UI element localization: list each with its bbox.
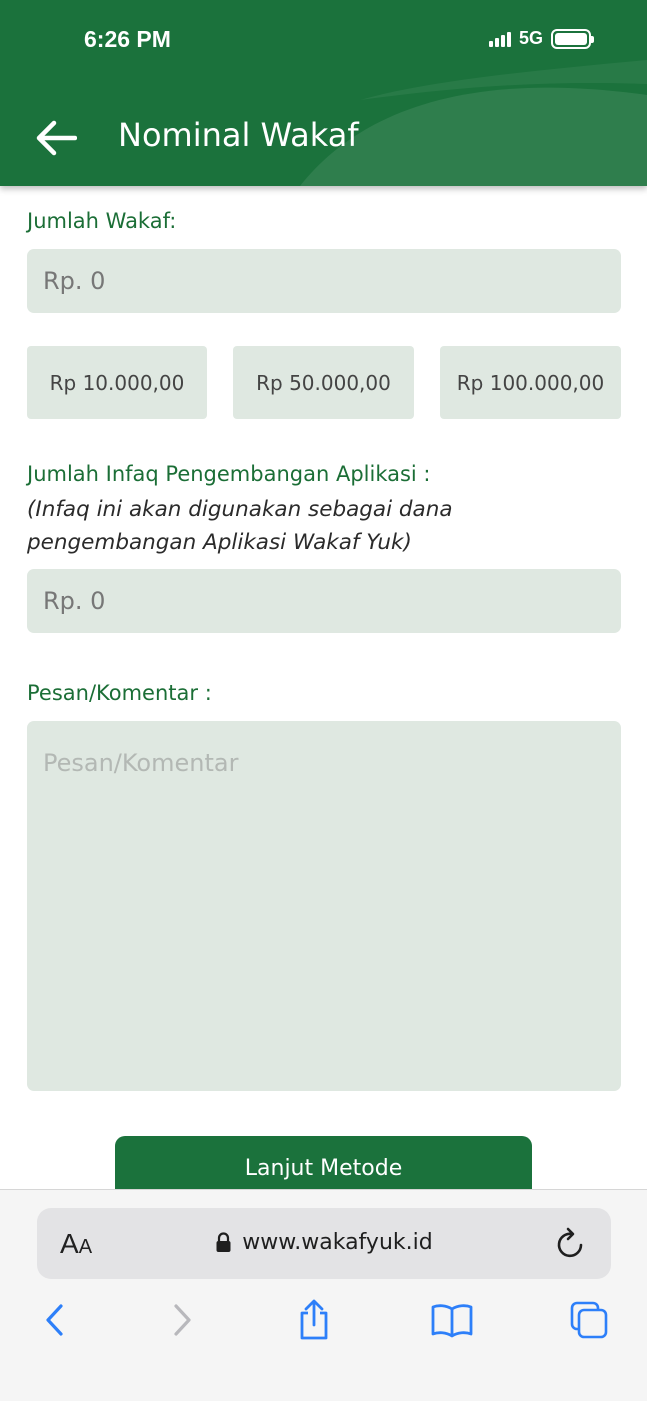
reload-icon[interactable] (553, 1227, 587, 1261)
back-chevron-icon[interactable] (33, 1298, 77, 1342)
back-button[interactable] (30, 112, 82, 164)
status-indicators: 5G (488, 28, 594, 49)
url-display: www.wakafyuk.id (37, 1230, 611, 1255)
quick-amount-10000-button[interactable]: Rp 10.000,00 (27, 346, 207, 419)
wakaf-amount-input[interactable]: Rp. 0 (27, 249, 621, 313)
infaq-note-line1: (Infaq ini akan digunakan sebagai dana (27, 497, 453, 522)
wakaf-label: Jumlah Wakaf: (27, 209, 177, 233)
page-title: Nominal Wakaf (118, 116, 359, 154)
comment-label: Pesan/Komentar : (27, 681, 212, 705)
bookmarks-icon[interactable] (430, 1298, 474, 1342)
arrow-left-icon (36, 120, 77, 156)
tabs-icon[interactable] (567, 1298, 611, 1342)
screen: 6:26 PM 5G Nominal Wakaf Jumlah Wakaf: R… (0, 0, 647, 1401)
app-header: 6:26 PM 5G Nominal Wakaf (0, 0, 647, 186)
browser-toolbar: AA www.wakafyuk.id (0, 1189, 647, 1401)
address-bar[interactable]: AA www.wakafyuk.id (37, 1208, 611, 1279)
url-text: www.wakafyuk.id (242, 1230, 433, 1255)
share-icon[interactable] (292, 1298, 336, 1342)
network-label: 5G (518, 28, 543, 48)
quick-amount-100000-button[interactable]: Rp 100.000,00 (440, 346, 621, 419)
infaq-amount-input[interactable]: Rp. 0 (27, 569, 621, 633)
battery-icon (551, 28, 594, 49)
comment-textarea[interactable]: Pesan/Komentar (27, 721, 621, 1091)
infaq-note-line2: pengembangan Aplikasi Wakaf Yuk) (27, 530, 412, 555)
status-time: 6:26 PM (84, 26, 171, 52)
forward-chevron-icon[interactable] (160, 1298, 204, 1342)
infaq-label: Jumlah Infaq Pengembangan Aplikasi : (27, 462, 431, 486)
quick-amount-50000-button[interactable]: Rp 50.000,00 (233, 346, 414, 419)
lock-icon (216, 1232, 231, 1252)
signal-icon (488, 31, 511, 47)
